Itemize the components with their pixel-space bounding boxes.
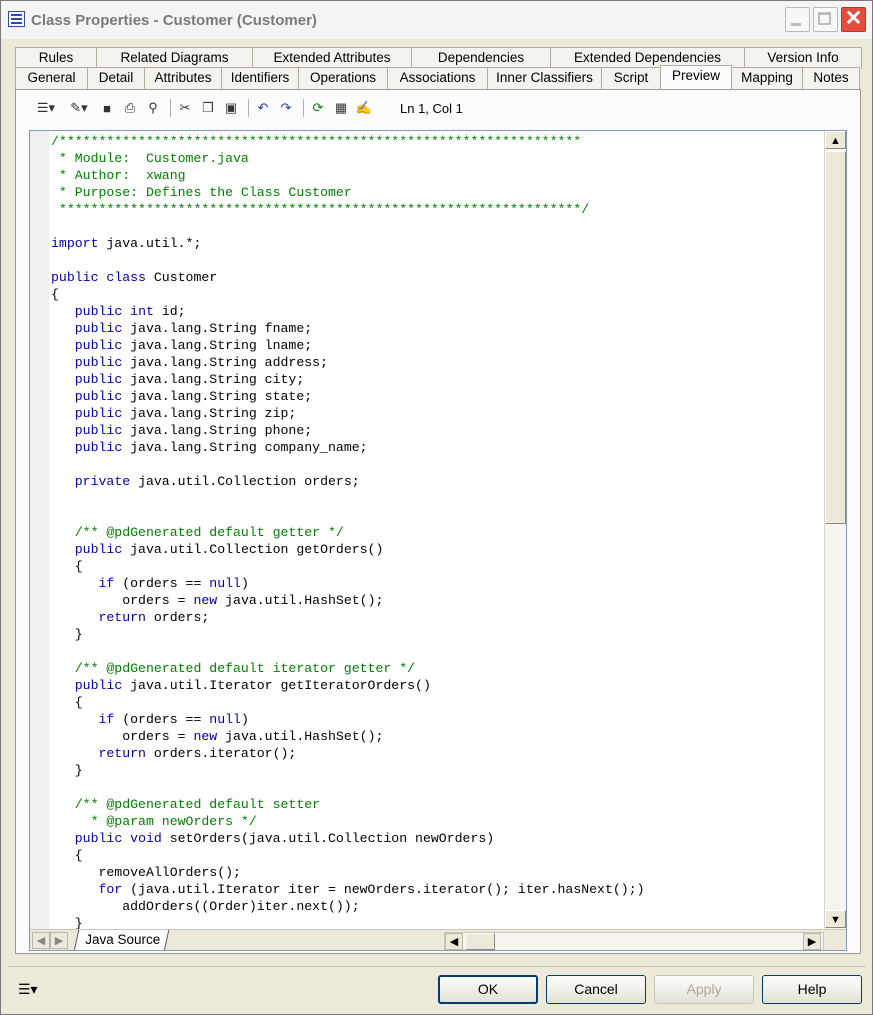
edit-menu-icon[interactable]: ✎▾ xyxy=(64,98,94,118)
tab-operations[interactable]: Operations xyxy=(298,67,388,89)
scroll-up-icon[interactable]: ▲ xyxy=(825,131,846,149)
editor-gutter xyxy=(30,131,49,931)
editor-bottom-bar: ◀ ▶ Java Source ◀ ▶ xyxy=(30,929,846,950)
toolbar-separator xyxy=(248,99,249,117)
scroll-right-icon[interactable]: ▶ xyxy=(803,933,821,950)
properties-menu-icon[interactable]: ☰▾ xyxy=(31,98,61,118)
tab-identifiers[interactable]: Identifiers xyxy=(221,67,299,89)
sheet-tab-label: Java Source xyxy=(85,932,161,947)
tab-preview[interactable]: Preview xyxy=(660,65,732,89)
help-button[interactable]: Help xyxy=(762,975,862,1004)
tab-attributes[interactable]: Attributes xyxy=(144,67,222,89)
java-source-code[interactable]: /***************************************… xyxy=(51,133,645,932)
find-icon[interactable]: ⚲ xyxy=(143,98,163,118)
toolbar-separator xyxy=(170,99,171,117)
print-icon[interactable]: ⎙ xyxy=(120,98,140,118)
tab-mapping[interactable]: Mapping xyxy=(731,67,803,89)
scroll-left-icon[interactable]: ◀ xyxy=(445,933,463,950)
tab-notes[interactable]: Notes xyxy=(802,67,860,89)
sheet-tab-java-source[interactable]: Java Source xyxy=(73,930,170,950)
vertical-scrollbar[interactable]: ▲ ▼ xyxy=(824,131,846,929)
copy-icon[interactable]: ❐ xyxy=(198,98,218,118)
minimize-button[interactable] xyxy=(785,7,810,32)
toolbar-separator xyxy=(303,99,304,117)
cut-icon[interactable]: ✂ xyxy=(175,98,195,118)
edit-properties-icon[interactable]: ✍ xyxy=(354,98,374,118)
tab-row-upper: Rules Related Diagrams Extended Attribut… xyxy=(15,47,862,69)
save-icon[interactable]: ■ xyxy=(97,98,117,118)
refresh-icon[interactable]: ⟳ xyxy=(308,98,328,118)
horizontal-scrollbar[interactable]: ◀ ▶ xyxy=(444,932,824,950)
tab-dependencies[interactable]: Dependencies xyxy=(411,47,551,69)
cursor-position: Ln 1, Col 1 xyxy=(400,101,463,116)
code-editor[interactable]: /***************************************… xyxy=(29,130,847,951)
undo-icon[interactable]: ↶ xyxy=(253,98,273,118)
scrollbar-thumb[interactable] xyxy=(825,151,846,524)
tab-extended-attributes[interactable]: Extended Attributes xyxy=(252,47,412,69)
class-properties-dialog: Class Properties - Customer (Customer) ✕… xyxy=(0,0,873,1015)
title-bar[interactable]: Class Properties - Customer (Customer) ✕ xyxy=(1,1,872,39)
tab-version-info[interactable]: Version Info xyxy=(744,47,862,69)
tab-associations[interactable]: Associations xyxy=(387,67,488,89)
ok-button[interactable]: OK xyxy=(438,975,538,1004)
grid-icon[interactable]: ▦ xyxy=(331,98,351,118)
redo-icon[interactable]: ↷ xyxy=(276,98,296,118)
tab-rules[interactable]: Rules xyxy=(15,47,97,69)
maximize-button[interactable] xyxy=(813,7,838,32)
tab-detail[interactable]: Detail xyxy=(87,67,145,89)
tab-general[interactable]: General xyxy=(15,67,88,89)
apply-button[interactable]: Apply xyxy=(654,975,754,1004)
tab-script[interactable]: Script xyxy=(601,67,661,89)
window-title: Class Properties - Customer (Customer) xyxy=(31,12,317,29)
tab-inner-classifiers[interactable]: Inner Classifiers xyxy=(487,67,602,89)
footer-divider xyxy=(9,966,866,967)
sheet-first-icon[interactable]: ◀ xyxy=(32,932,50,949)
window-icon xyxy=(8,11,25,27)
scroll-down-icon[interactable]: ▼ xyxy=(825,910,846,928)
close-button[interactable]: ✕ xyxy=(841,7,866,32)
horizontal-scrollbar-thumb[interactable] xyxy=(465,933,495,950)
sheet-next-icon[interactable]: ▶ xyxy=(50,932,68,949)
tab-row-lower: General Detail Attributes Identifiers Op… xyxy=(15,65,860,89)
preview-toolbar: ☰▾ ✎▾ ■ ⎙ ⚲ ✂ ❐ ▣ ↶ ↷ ⟳ ▦ ✍ xyxy=(31,97,377,119)
dialog-menu-icon[interactable]: ☰▾ xyxy=(18,981,38,998)
paste-icon[interactable]: ▣ xyxy=(221,98,241,118)
tab-related-diagrams[interactable]: Related Diagrams xyxy=(96,47,253,69)
cancel-button[interactable]: Cancel xyxy=(546,975,646,1004)
